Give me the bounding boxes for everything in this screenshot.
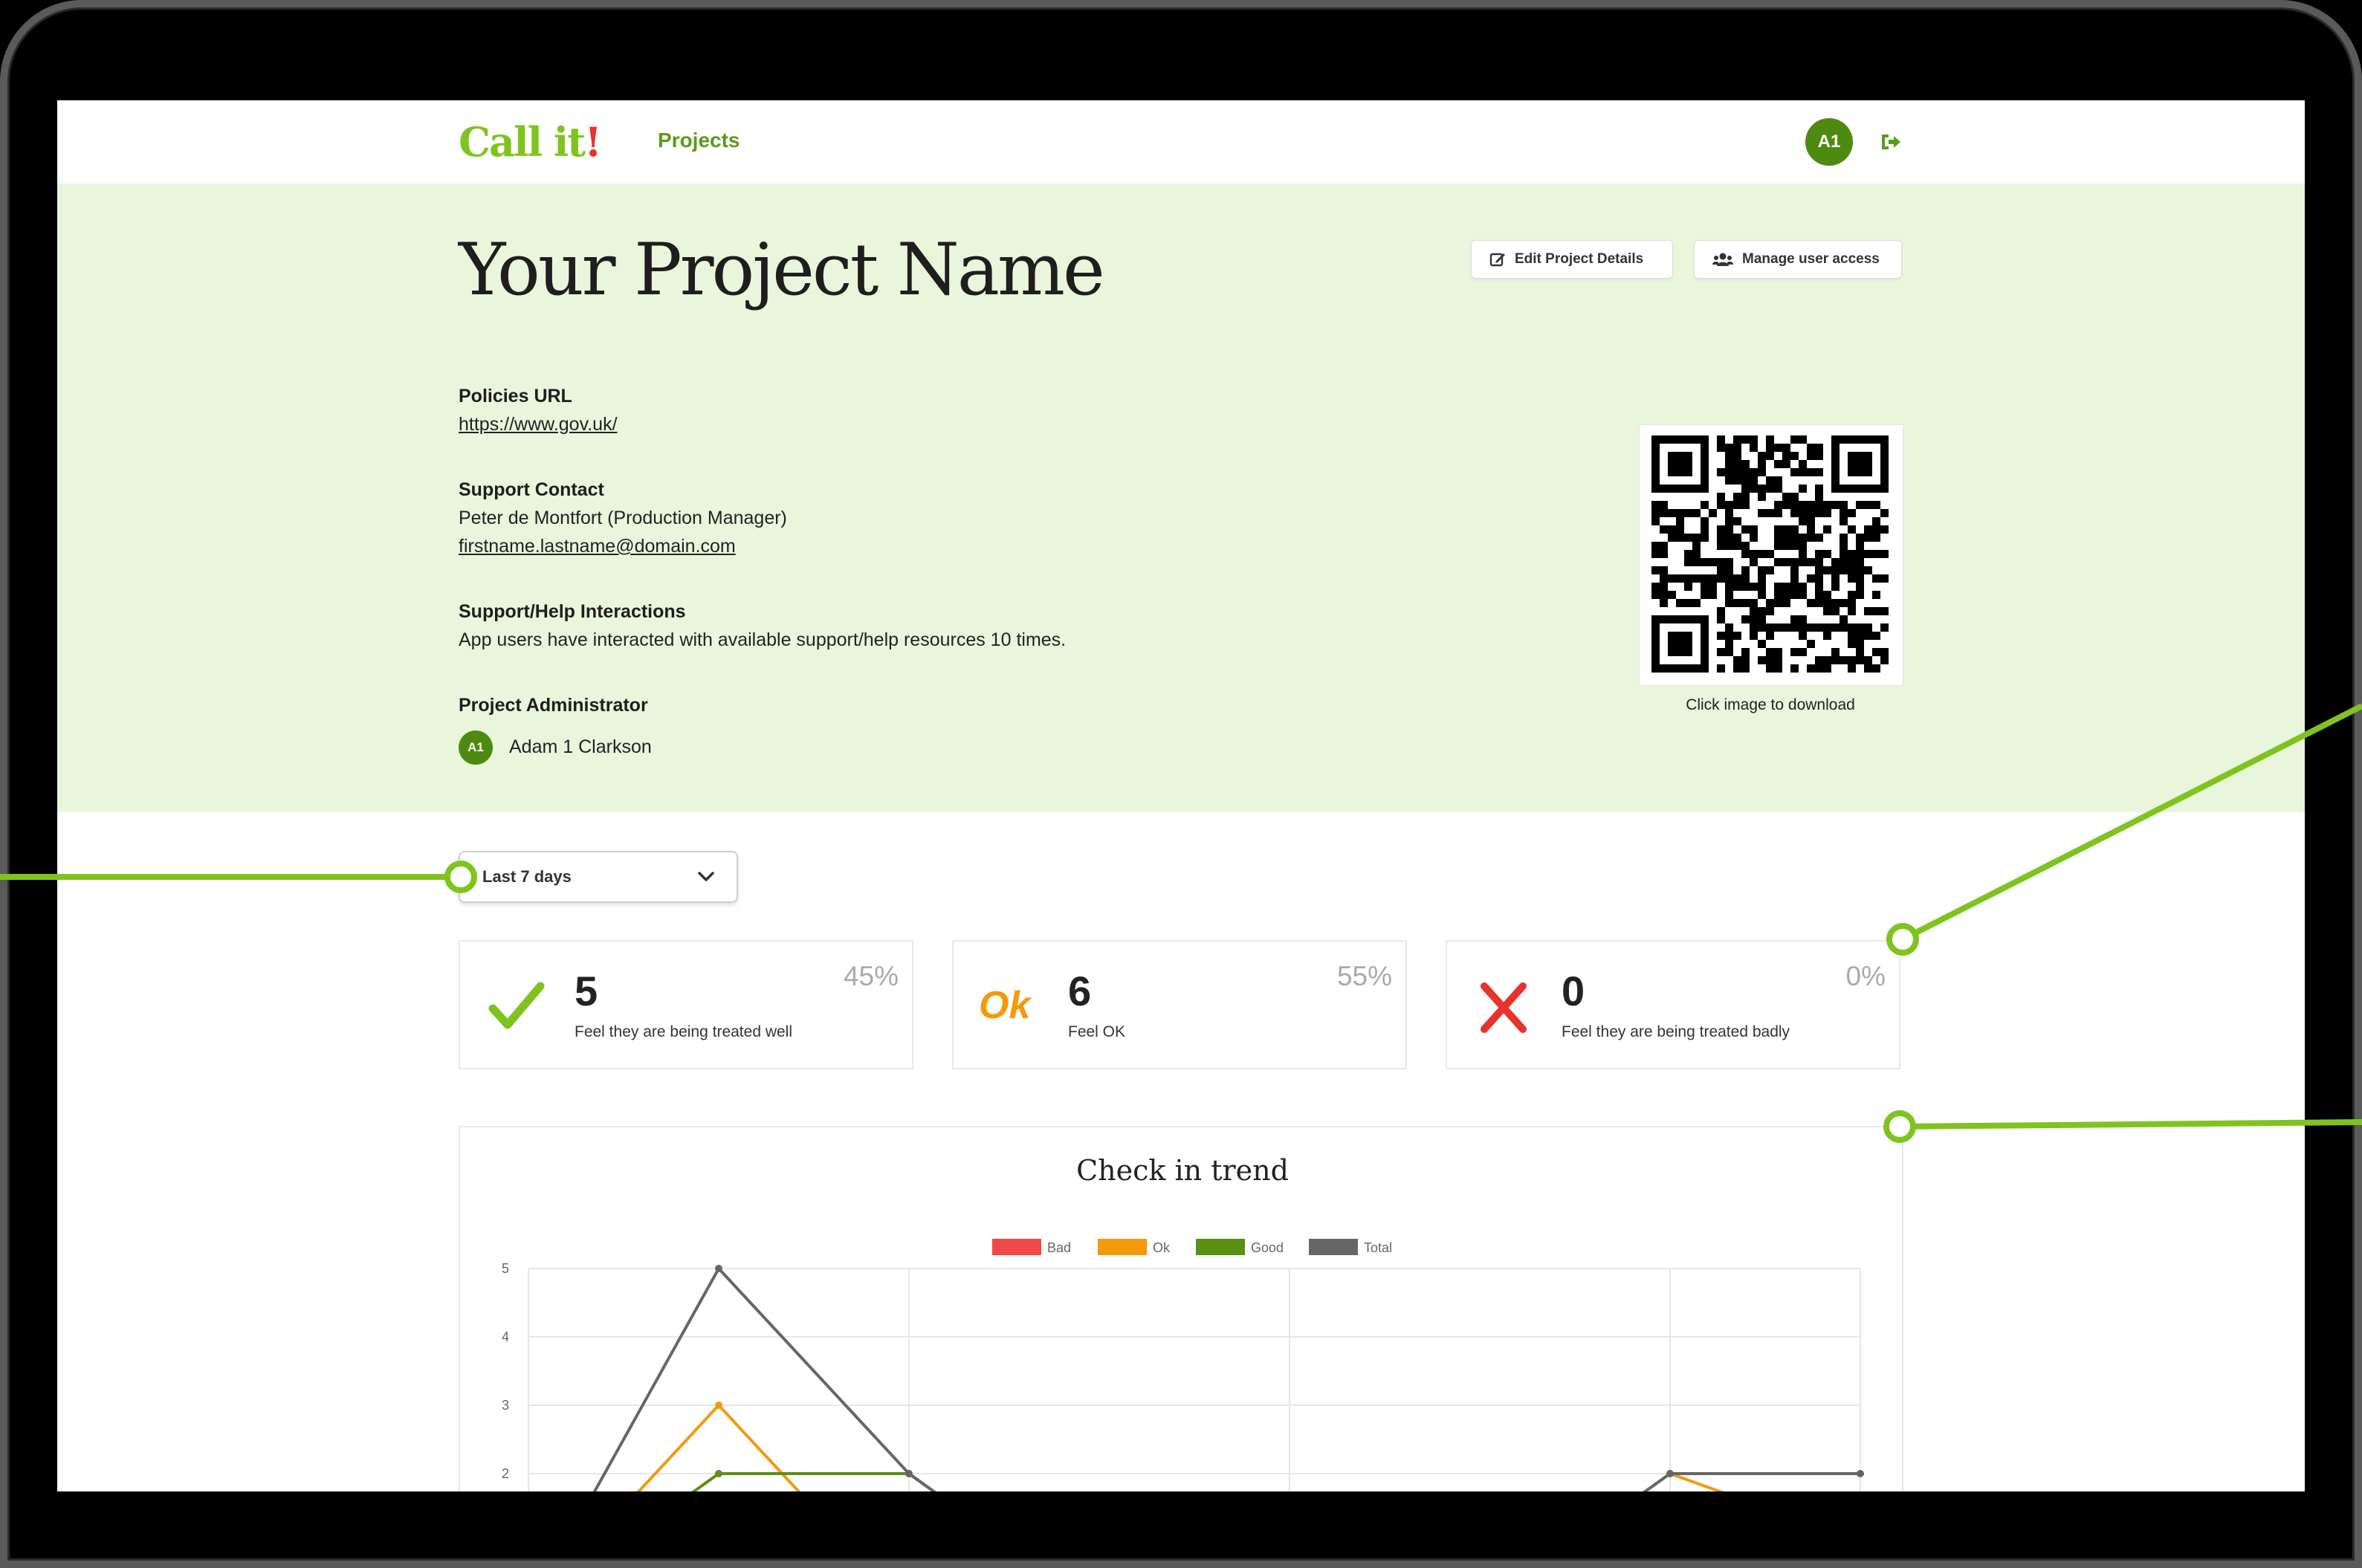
callout-dot-cards <box>1886 923 1919 956</box>
callout-dot-chart <box>1883 1110 1916 1143</box>
callout-line-cards <box>1901 703 2362 942</box>
callout-lines <box>0 703 2362 1143</box>
callout-line-chart <box>1899 1119 2362 1130</box>
callout-dot-filter <box>444 861 477 893</box>
